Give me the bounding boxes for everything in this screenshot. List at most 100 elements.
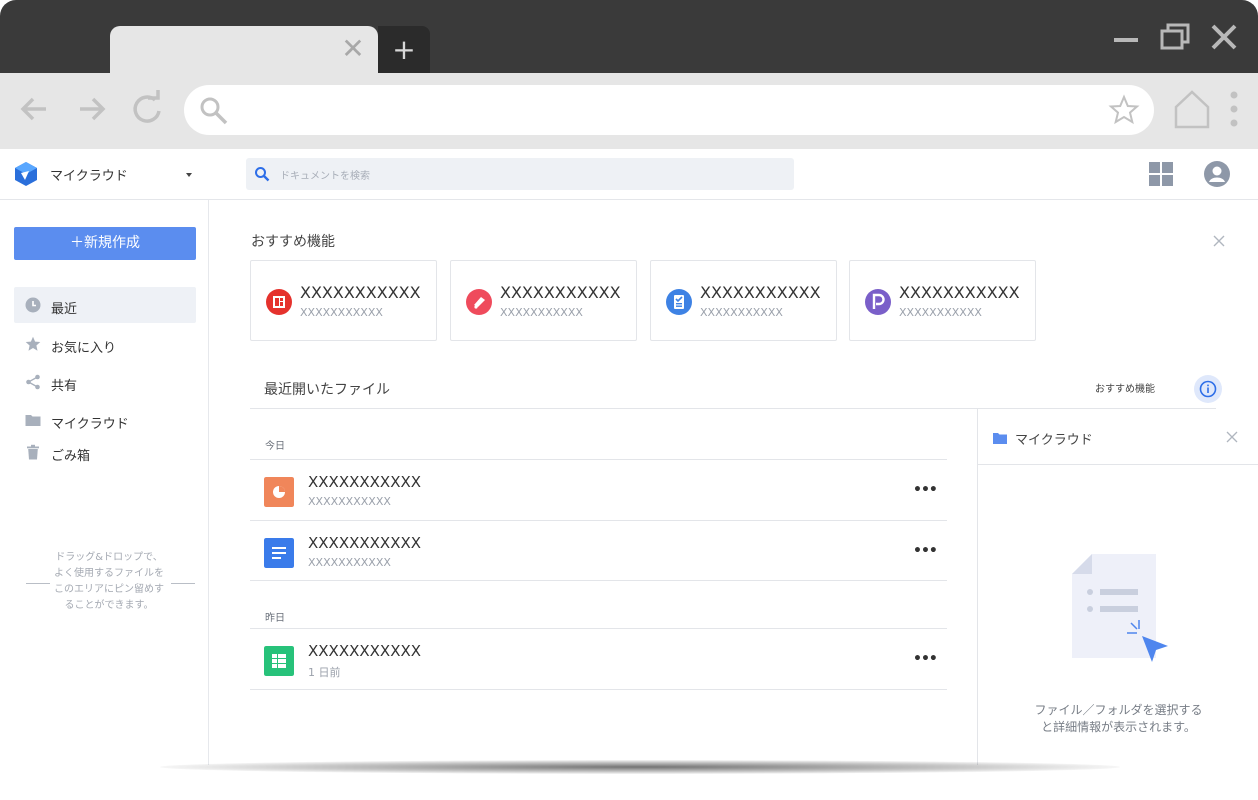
- app-header: マイクラウド ドキュメントを検索: [0, 149, 1258, 200]
- feature-card-forms[interactable]: XXXXXXXXXXX XXXXXXXXXXX: [650, 260, 837, 341]
- file-name: XXXXXXXXXXX: [308, 642, 422, 660]
- sidebar-item-shared[interactable]: 共有: [14, 364, 196, 400]
- close-icon[interactable]: [1212, 234, 1226, 248]
- detail-panel-title: マイクラウド: [1015, 433, 1093, 448]
- file-row[interactable]: XXXXXXXXXXX 1 日前 •••: [250, 628, 947, 689]
- file-meta: XXXXXXXXXXX: [308, 556, 391, 569]
- day-heading: 今日: [265, 441, 285, 452]
- brand-name[interactable]: マイクラウド: [50, 165, 128, 184]
- card-title: XXXXXXXXXXX: [899, 283, 1020, 302]
- reader-app-icon: [865, 289, 891, 315]
- slides-app-icon: [266, 289, 292, 315]
- feature-card-slides[interactable]: XXXXXXXXXXX XXXXXXXXXXX: [250, 260, 437, 341]
- sidebar-item-trash[interactable]: ごみ箱: [14, 434, 196, 470]
- card-subtitle: XXXXXXXXXXX: [300, 306, 383, 319]
- card-subtitle: XXXXXXXXXXX: [700, 306, 783, 319]
- drop-hint-line: このエリアにピン留めす: [54, 584, 164, 595]
- card-subtitle: XXXXXXXXXXX: [500, 306, 583, 319]
- detail-panel: マイクラウド ファイル／フォルダを選択する と詳細情報が表示されます。: [977, 409, 1258, 765]
- info-button[interactable]: [1194, 375, 1222, 403]
- divider: [250, 580, 947, 581]
- card-title: XXXXXXXXXXX: [700, 283, 821, 302]
- minimize-icon[interactable]: [1110, 22, 1142, 52]
- new-tab-button[interactable]: +: [378, 26, 430, 73]
- new-create-button[interactable]: ＋新規作成: [14, 227, 196, 260]
- day-heading: 昨日: [265, 613, 285, 624]
- info-icon: [1199, 380, 1217, 398]
- presentation-file-icon: [264, 477, 294, 507]
- feature-card-reader[interactable]: XXXXXXXXXXX XXXXXXXXXXX: [849, 260, 1036, 341]
- forms-app-icon: [666, 289, 692, 315]
- maximize-icon[interactable]: [1159, 22, 1191, 52]
- card-subtitle: XXXXXXXXXXX: [899, 306, 982, 319]
- file-name: XXXXXXXXXXX: [308, 473, 422, 491]
- folder-icon: [993, 433, 1007, 444]
- divider: [171, 583, 195, 584]
- divider: [26, 583, 50, 584]
- file-name: XXXXXXXXXXX: [308, 534, 422, 552]
- spreadsheet-file-icon: [264, 646, 294, 676]
- browser-window: ✕ + マイクラウド ドキュメントを検索 ＋新規作成 最近 お気に入り 共有 マ…: [0, 0, 1258, 765]
- more-options-icon[interactable]: •••: [913, 543, 938, 559]
- drop-hint-line: ドラッグ&ドロップで、: [55, 552, 163, 563]
- star-icon: [25, 336, 41, 351]
- file-meta: 1 日前: [308, 666, 341, 679]
- sign-app-icon: [466, 289, 492, 315]
- reload-icon[interactable]: [128, 89, 168, 129]
- brand-logo-icon: [15, 162, 37, 186]
- apps-grid-icon[interactable]: [1148, 161, 1174, 187]
- file-row[interactable]: XXXXXXXXXXX XXXXXXXXXXX •••: [250, 520, 947, 581]
- sidebar-item-favorites[interactable]: お気に入り: [14, 326, 196, 362]
- back-arrow-icon[interactable]: [16, 89, 56, 129]
- document-file-icon: [264, 538, 294, 568]
- browser-menu-icon[interactable]: [1224, 87, 1244, 131]
- sidebar-item-mycloud[interactable]: マイクラウド: [14, 402, 196, 438]
- browser-titlebar: ✕ +: [0, 0, 1258, 73]
- select-file-illustration: [1072, 554, 1168, 662]
- clock-icon: [25, 297, 41, 313]
- sidebar-item-recent[interactable]: 最近: [14, 287, 196, 323]
- card-title: XXXXXXXXXXX: [500, 283, 621, 302]
- feature-card-sign[interactable]: XXXXXXXXXXX XXXXXXXXXXX: [450, 260, 637, 341]
- recent-featured-link[interactable]: おすすめ機能: [1095, 380, 1155, 395]
- address-bar[interactable]: [184, 85, 1154, 135]
- trash-icon: [27, 444, 39, 460]
- close-icon[interactable]: [1226, 431, 1238, 443]
- window-shadow: [160, 760, 1120, 774]
- sidebar: ＋新規作成 最近 お気に入り 共有 マイクラウド ごみ箱 ドラッグ&ドロップで、…: [0, 200, 209, 765]
- search-placeholder: ドキュメントを検索: [280, 171, 370, 182]
- file-meta: XXXXXXXXXXX: [308, 495, 391, 508]
- detail-panel-message-line: ファイル／フォルダを選択する: [1034, 703, 1203, 717]
- tab-close-icon[interactable]: ✕: [340, 34, 366, 64]
- home-icon[interactable]: [1170, 87, 1214, 131]
- sidebar-item-label: お気に入り: [51, 341, 117, 356]
- detail-panel-header: マイクラウド: [978, 409, 1258, 465]
- divider: [250, 689, 947, 690]
- chevron-down-icon[interactable]: [186, 173, 192, 177]
- main-content: おすすめ機能 XXXXXXXXXXX XXXXXXXXXXX XXXXXXXXX…: [210, 200, 1258, 765]
- share-icon: [26, 374, 40, 390]
- sidebar-item-label: マイクラウド: [51, 417, 129, 432]
- card-title: XXXXXXXXXXX: [300, 283, 421, 302]
- file-row[interactable]: XXXXXXXXXXX XXXXXXXXXXX •••: [250, 459, 947, 520]
- detail-panel-message: ファイル／フォルダを選択する と詳細情報が表示されます。: [978, 702, 1258, 736]
- forward-arrow-icon[interactable]: [70, 89, 110, 129]
- more-options-icon[interactable]: •••: [913, 651, 938, 667]
- document-search-input[interactable]: ドキュメントを検索: [246, 158, 794, 190]
- drop-hint-line: ることができます。: [64, 600, 154, 611]
- featured-title: おすすめ機能: [251, 234, 335, 250]
- browser-tab[interactable]: ✕: [110, 26, 378, 73]
- bookmark-star-icon[interactable]: [1108, 94, 1140, 126]
- browser-toolbar: [0, 73, 1258, 149]
- more-options-icon[interactable]: •••: [913, 482, 938, 498]
- search-icon: [200, 97, 228, 125]
- detail-panel-message-line: と詳細情報が表示されます。: [1041, 720, 1196, 734]
- drop-hint-line: よく使用するファイルを: [54, 568, 164, 579]
- folder-icon: [25, 415, 41, 426]
- close-window-icon[interactable]: [1208, 22, 1240, 52]
- sidebar-item-label: ごみ箱: [51, 449, 91, 464]
- search-icon: [255, 167, 270, 182]
- user-avatar-icon[interactable]: [1203, 160, 1231, 188]
- sidebar-item-label: 最近: [51, 302, 78, 317]
- recent-files-title: 最近開いたファイル: [264, 382, 390, 398]
